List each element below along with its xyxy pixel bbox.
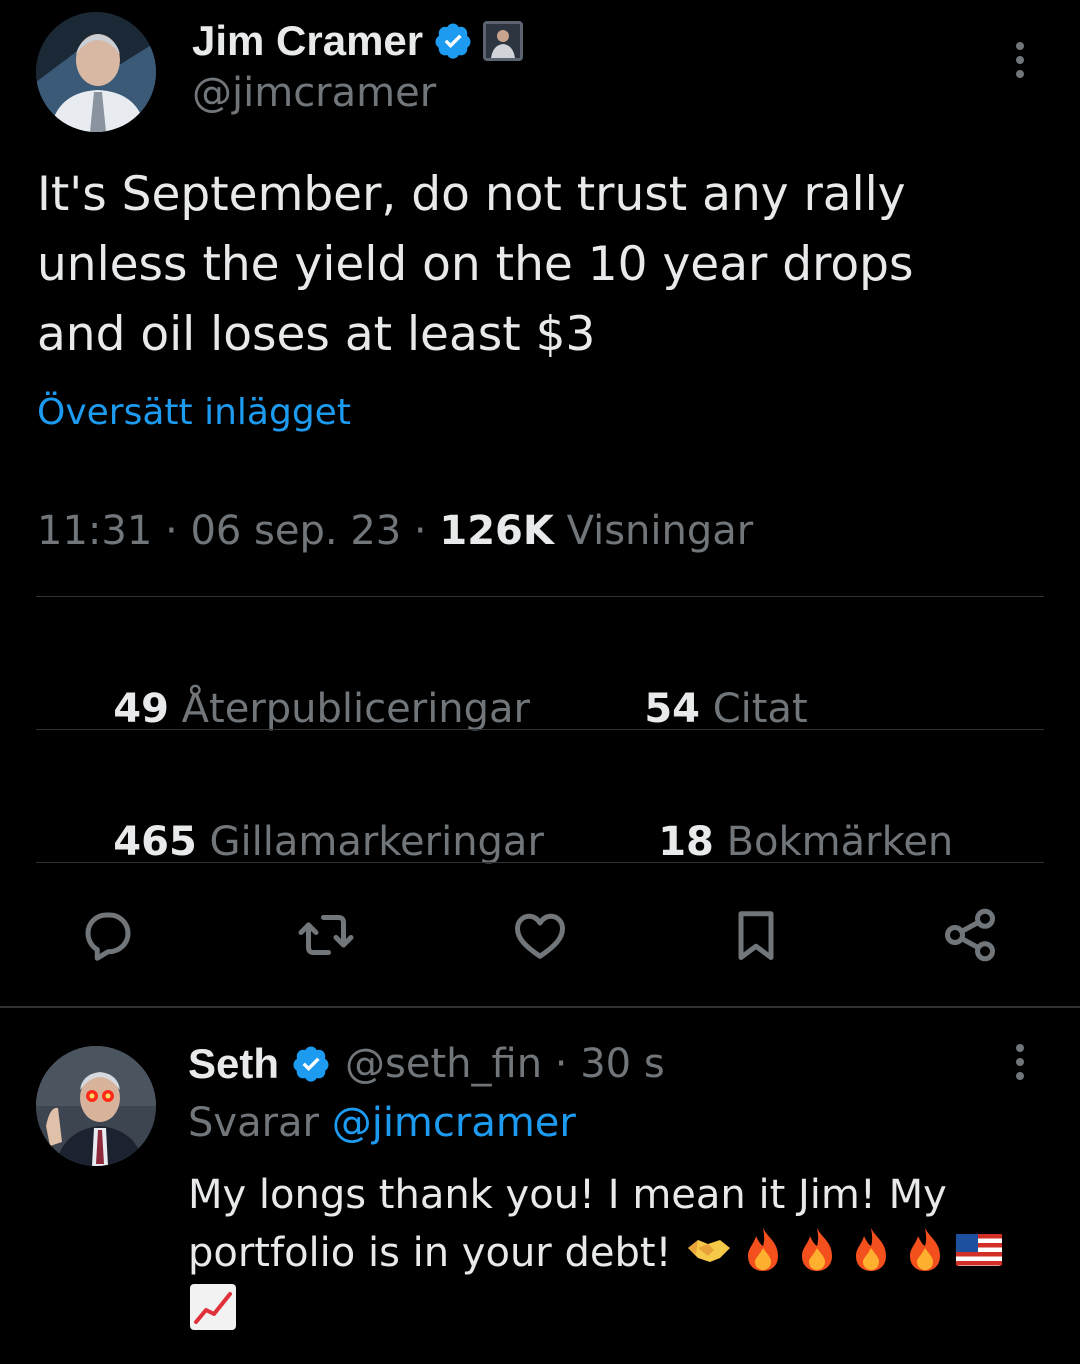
author-name[interactable]: Jim Cramer: [192, 17, 423, 65]
tweet-text: It's September, do not trust any rally u…: [37, 167, 914, 362]
reply-author-name[interactable]: Seth: [188, 1040, 279, 1088]
fire-emoji: [910, 1228, 941, 1271]
replying-to: Svarar @jimcramer: [188, 1100, 576, 1146]
divider: [36, 862, 1044, 863]
replying-mention[interactable]: @jimcramer: [332, 1100, 576, 1146]
quotes-label: Citat: [699, 686, 808, 732]
translate-link[interactable]: Översätt inlägget: [37, 392, 351, 433]
reply-icon[interactable]: [73, 900, 143, 970]
meta-separator: ·: [152, 508, 191, 554]
quotes-stat[interactable]: 54 Citat: [568, 640, 808, 778]
stats-row-likes: 465 Gillamarkeringar 18 Bokmärken: [37, 773, 953, 911]
reposts-label: Återpubliceringar: [168, 686, 531, 732]
us-flag-emoji: [956, 1234, 1003, 1266]
tweet-meta: 11:31 · 06 sep. 23 · 126K Visningar: [37, 508, 753, 554]
bookmarks-stat[interactable]: 18 Bokmärken: [582, 773, 953, 911]
fire-emoji: [802, 1228, 833, 1271]
fire-emoji: [748, 1228, 779, 1271]
replying-label: Svarar: [188, 1100, 332, 1146]
reply-time[interactable]: 30 s: [580, 1041, 664, 1087]
tweet-detail-screen: Jim Cramer @jimcramer It's September, do…: [0, 0, 1080, 1364]
quotes-count: 54: [644, 686, 700, 732]
stats-row-reposts: 49 Återpubliceringar 54 Citat: [37, 640, 808, 778]
more-options-icon[interactable]: [1000, 38, 1040, 82]
divider: [36, 729, 1044, 730]
views-count: 126K: [439, 508, 554, 554]
chart-increasing-emoji: [190, 1284, 236, 1330]
handshake-emoji: [688, 1240, 731, 1262]
verified-badge-icon: [293, 1046, 329, 1082]
like-icon[interactable]: [505, 900, 575, 970]
divider: [36, 596, 1044, 597]
reposts-count: 49: [113, 686, 169, 732]
likes-count: 465: [113, 819, 197, 865]
reply-header: Seth @seth_fin · 30 s: [188, 1036, 665, 1092]
fire-emoji: [856, 1228, 887, 1271]
likes-stat[interactable]: 465 Gillamarkeringar: [37, 773, 544, 911]
section-divider: [0, 1006, 1080, 1008]
meta-separator: ·: [401, 508, 440, 554]
reply-author-handle[interactable]: @seth_fin: [345, 1041, 542, 1087]
reply-more-options-icon[interactable]: [1000, 1040, 1040, 1084]
reply-text-block: My longs thank you! I mean it Jim! My po…: [188, 1166, 1038, 1340]
bookmarks-label: Bokmärken: [713, 819, 954, 865]
tweet-date[interactable]: 06 sep. 23: [190, 508, 401, 554]
likes-label: Gillamarkeringar: [196, 819, 544, 865]
share-icon[interactable]: [935, 900, 1005, 970]
tweet-time[interactable]: 11:31: [37, 508, 152, 554]
reply-author-avatar[interactable]: [36, 1046, 156, 1166]
bookmark-icon[interactable]: [721, 900, 791, 970]
views-label: Visningar: [553, 508, 754, 554]
affiliation-badge-icon[interactable]: [483, 21, 524, 61]
retweet-icon[interactable]: [291, 900, 361, 970]
author-avatar[interactable]: [36, 12, 156, 132]
reposts-stat[interactable]: 49 Återpubliceringar: [37, 640, 530, 778]
author-handle[interactable]: @jimcramer: [192, 70, 436, 116]
verified-badge-icon: [435, 23, 471, 59]
bookmarks-count: 18: [658, 819, 714, 865]
reply-separator: ·: [542, 1041, 581, 1087]
author-name-row: Jim Cramer: [192, 16, 524, 66]
